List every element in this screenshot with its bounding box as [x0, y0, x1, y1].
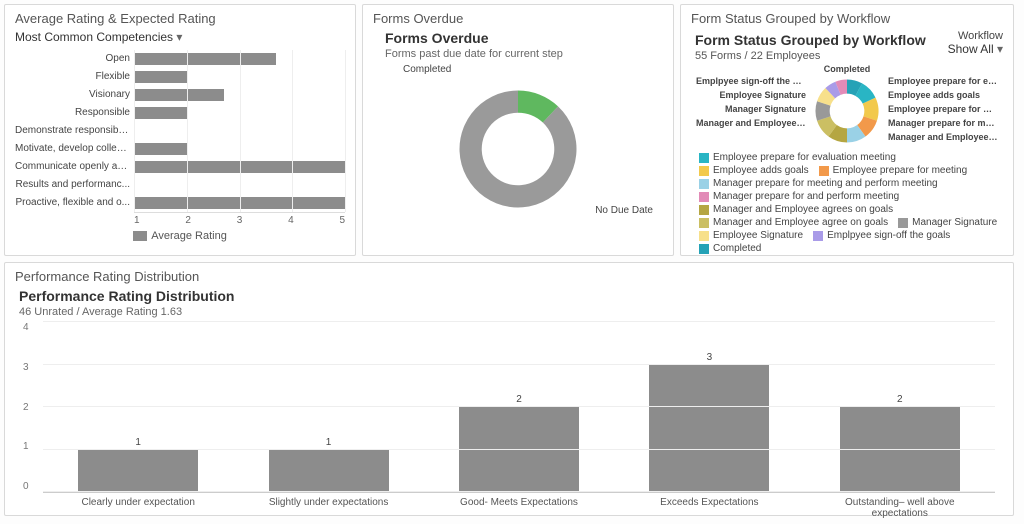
forms-count: 55 Forms / 22 Employees: [695, 50, 926, 62]
perf-x-label: Outstanding– well above expectations: [835, 497, 965, 519]
panel-average-rating: Average Rating & Expected Rating Most Co…: [4, 4, 356, 256]
legend-label: Average Rating: [151, 230, 227, 242]
hbar-legend: Average Rating: [15, 230, 345, 242]
panel-forms-overdue: Forms Overdue Forms Overdue Forms past d…: [362, 4, 674, 256]
workflow-donut-svg: [812, 76, 882, 146]
perf-bar[interactable]: [78, 450, 198, 493]
dropdown-value[interactable]: Show All: [948, 42, 1003, 56]
donut-svg: [453, 84, 583, 214]
legend-item[interactable]: Emplpyee sign-off the goals: [813, 230, 950, 241]
dropdown-label: Workflow: [948, 30, 1003, 42]
ring-label-top: Completed: [691, 64, 1003, 74]
perf-meta: 46 Unrated / Average Rating 1.63: [19, 306, 1003, 318]
panel-subtitle: Form Status Grouped by Workflow: [695, 32, 926, 48]
hbar-label: Open: [106, 50, 130, 68]
panel-title: Average Rating & Expected Rating: [15, 11, 345, 26]
hbar-label: Visionary: [89, 86, 130, 104]
panel-desc: Forms past due date for current step: [385, 48, 663, 60]
ring-labels-left: Emplpyee sign-off the goalsEmployee Sign…: [691, 76, 806, 128]
perf-y-axis: 43210: [23, 322, 29, 492]
panel-workflow: Form Status Grouped by Workflow Form Sta…: [680, 4, 1014, 256]
hbar-bar[interactable]: [134, 53, 276, 65]
perf-bar-chart: 43210 11232: [43, 322, 995, 493]
hbar-bar[interactable]: [134, 107, 187, 119]
legend-item[interactable]: Completed: [699, 243, 761, 254]
perf-bar[interactable]: [269, 450, 389, 493]
workflow-dropdown[interactable]: Workflow Show All: [948, 30, 1003, 56]
hbar-bar[interactable]: [134, 71, 187, 83]
hbar-label: Results and performanc...: [16, 176, 131, 194]
donut-label-completed: Completed: [403, 64, 451, 75]
panel-performance-rating: Performance Rating Distribution Performa…: [4, 262, 1014, 516]
workflow-legend: Employee prepare for evaluation meeting E…: [691, 152, 1003, 254]
legend-swatch: [133, 231, 147, 241]
perf-x-label: Good- Meets Expectations: [454, 497, 584, 519]
hbar-label: Proactive, flexible and o...: [15, 194, 130, 212]
panel-title: Form Status Grouped by Workflow: [691, 11, 1003, 26]
hbar-x-axis: 12345: [134, 212, 345, 226]
legend-item[interactable]: Manager prepare for meeting and perform …: [699, 178, 938, 189]
legend-item[interactable]: Employee prepare for evaluation meeting: [699, 152, 896, 163]
panel-subtitle: Forms Overdue: [385, 30, 663, 46]
donut-slice[interactable]: [460, 91, 577, 208]
hbar-label: Demonstrate responsibil...: [15, 122, 130, 140]
legend-item[interactable]: Manager Signature: [898, 217, 997, 228]
hbar-plot: [134, 50, 345, 212]
hbar-bar[interactable]: [134, 89, 224, 101]
perf-bar[interactable]: [649, 365, 769, 493]
perf-bar[interactable]: [459, 407, 579, 492]
perf-x-labels: Clearly under expectation Slightly under …: [43, 497, 995, 519]
panel-title: Performance Rating Distribution: [15, 269, 1003, 284]
legend-item[interactable]: Manager and Employee agrees on goals: [699, 204, 893, 215]
hbar-label: Responsible: [75, 104, 130, 122]
legend-item[interactable]: Employee Signature: [699, 230, 803, 241]
donut-chart: Completed No Due Date: [373, 64, 663, 234]
perf-x-label: Clearly under expectation: [73, 497, 203, 519]
perf-x-label: Exceeds Expectations: [644, 497, 774, 519]
perf-bar[interactable]: [840, 407, 960, 492]
panel-title: Forms Overdue: [373, 11, 663, 26]
hbar-category-labels: OpenFlexibleVisionaryResponsibleDemonstr…: [15, 50, 134, 212]
panel-subtitle: Performance Rating Distribution: [19, 288, 1003, 304]
perf-bars: 11232: [43, 322, 995, 492]
hbar-label: Motivate, develop collea...: [15, 140, 130, 158]
perf-x-label: Slightly under expectations: [264, 497, 394, 519]
competency-dropdown[interactable]: Most Common Competencies: [15, 30, 182, 44]
hbar-bar[interactable]: [134, 143, 187, 155]
legend-item[interactable]: Manager prepare for and perform meeting: [699, 191, 899, 202]
legend-item[interactable]: Manager and Employee agree on goals: [699, 217, 888, 228]
legend-item[interactable]: Employee adds goals: [699, 165, 809, 176]
hbar-label: Flexible: [96, 68, 130, 86]
ring-labels-right: Employee prepare for evaluation...Employ…: [888, 76, 1003, 142]
legend-item[interactable]: Employee prepare for meeting: [819, 165, 968, 176]
hbar-label: Communicate openly an...: [15, 158, 130, 176]
donut-label-nodue: No Due Date: [595, 205, 653, 216]
